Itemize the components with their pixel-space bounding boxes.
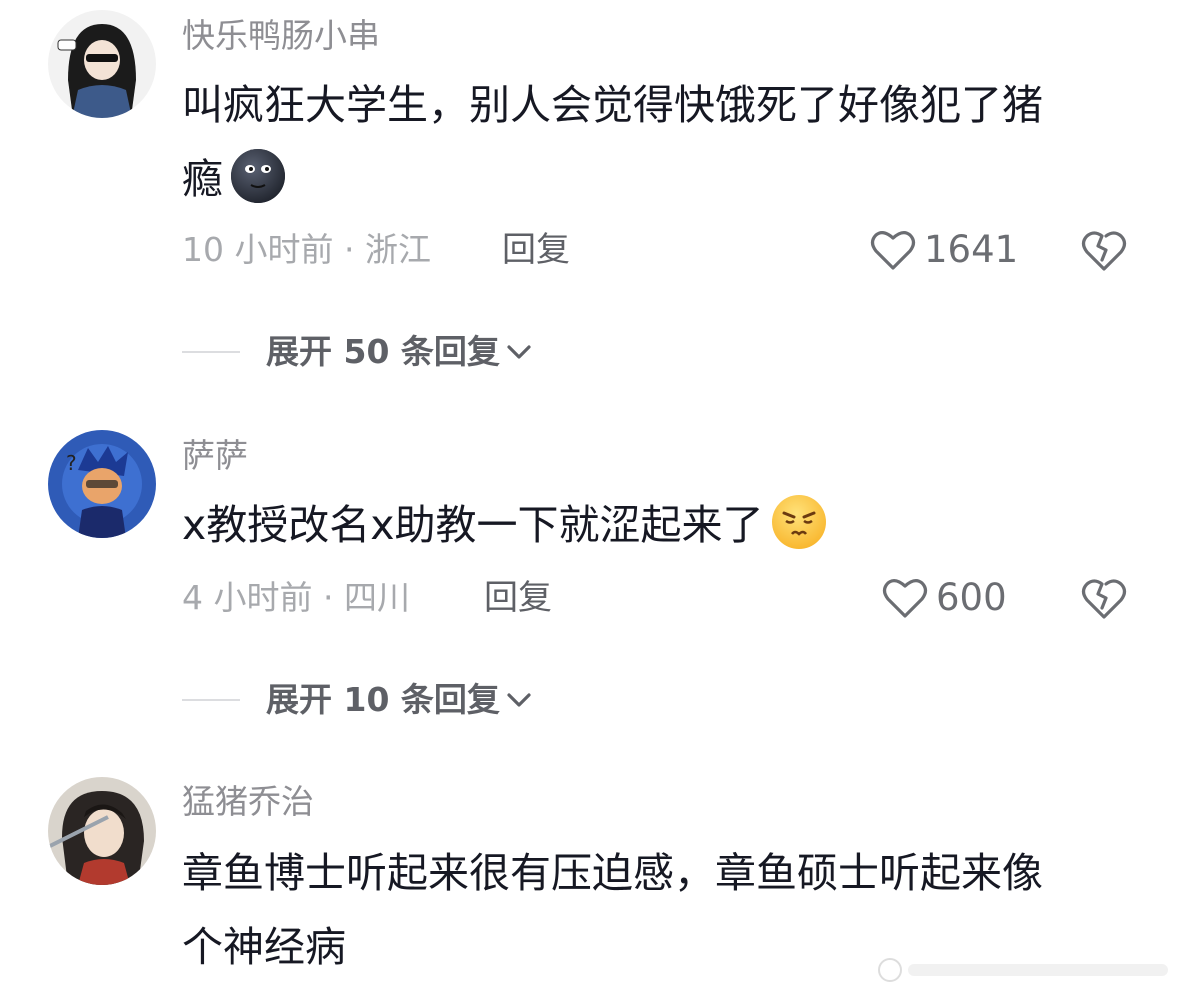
broken-heart-icon	[1081, 579, 1127, 619]
meta-separator: ·	[333, 230, 365, 269]
comment-location: 四川	[343, 578, 410, 617]
comment-author[interactable]: 萨萨	[182, 436, 248, 476]
like-button[interactable]: 1641	[870, 229, 1018, 271]
comment-time: 10 小时前	[182, 230, 334, 269]
dislike-button[interactable]	[1080, 576, 1128, 620]
meta-separator: ·	[312, 578, 344, 617]
avatar[interactable]	[48, 10, 156, 118]
comment-text-line: x教授改名x助教一下就涩起来了	[182, 488, 1122, 562]
expand-replies-label: 展开 10 条回复	[266, 680, 500, 719]
comment-text-fragment: x教授改名x助教一下就涩起来了	[182, 501, 764, 549]
comment-text-fragment: 瘾	[182, 155, 223, 203]
comment-text-line: 章鱼博士听起来很有压迫感，章鱼硕士听起来像	[182, 849, 1043, 897]
like-button[interactable]: 600	[882, 577, 1007, 619]
comment-location: 浙江	[364, 230, 431, 269]
reply-button[interactable]: 回复	[484, 578, 552, 618]
comment-text: x教授改名x助教一下就涩起来了	[182, 488, 1122, 562]
heart-outline-icon	[870, 231, 916, 270]
dislike-button[interactable]	[1080, 228, 1128, 272]
divider-line	[182, 351, 240, 353]
comment-text: 叫疯狂大学生，别人会觉得快饿死了好像犯了猪 瘾	[182, 68, 1122, 216]
broken-heart-icon	[1081, 231, 1127, 271]
dark-moon-face-emoji	[229, 147, 287, 205]
comment-text-line-2: 瘾	[182, 142, 1122, 216]
svg-text:?: ?	[66, 451, 77, 475]
comment-meta: 4 小时前 · 四川	[182, 578, 410, 618]
comment-author[interactable]: 猛猪乔治	[182, 782, 314, 822]
comment-author[interactable]: 快乐鸭肠小串	[182, 16, 380, 56]
avatar[interactable]	[48, 777, 156, 885]
divider-line	[182, 699, 240, 701]
comment-time: 4 小时前	[182, 578, 313, 617]
like-count: 1641	[924, 228, 1019, 271]
watermark	[876, 956, 1176, 984]
chevron-down-icon	[507, 693, 531, 707]
expand-replies-label: 展开 50 条回复	[266, 332, 500, 371]
comment-meta: 10 小时前 · 浙江	[182, 230, 431, 270]
comment-text-line: 叫疯狂大学生，别人会觉得快饿死了好像犯了猪	[182, 81, 1043, 129]
avatar[interactable]: ?	[48, 430, 156, 538]
avatar-illustration-anime-character	[48, 777, 156, 885]
heart-outline-icon	[882, 579, 928, 618]
expand-replies-button[interactable]: 展开 50 条回复	[182, 332, 534, 372]
like-count: 600	[936, 576, 1007, 619]
chevron-down-icon	[507, 345, 531, 359]
pouting-face-emoji	[770, 493, 828, 551]
reply-button[interactable]: 回复	[502, 230, 570, 270]
avatar-illustration-girl-sunglasses	[48, 10, 156, 118]
expand-replies-button[interactable]: 展开 10 条回复	[182, 680, 534, 720]
avatar-illustration-cartoon-boy: ?	[48, 430, 156, 538]
